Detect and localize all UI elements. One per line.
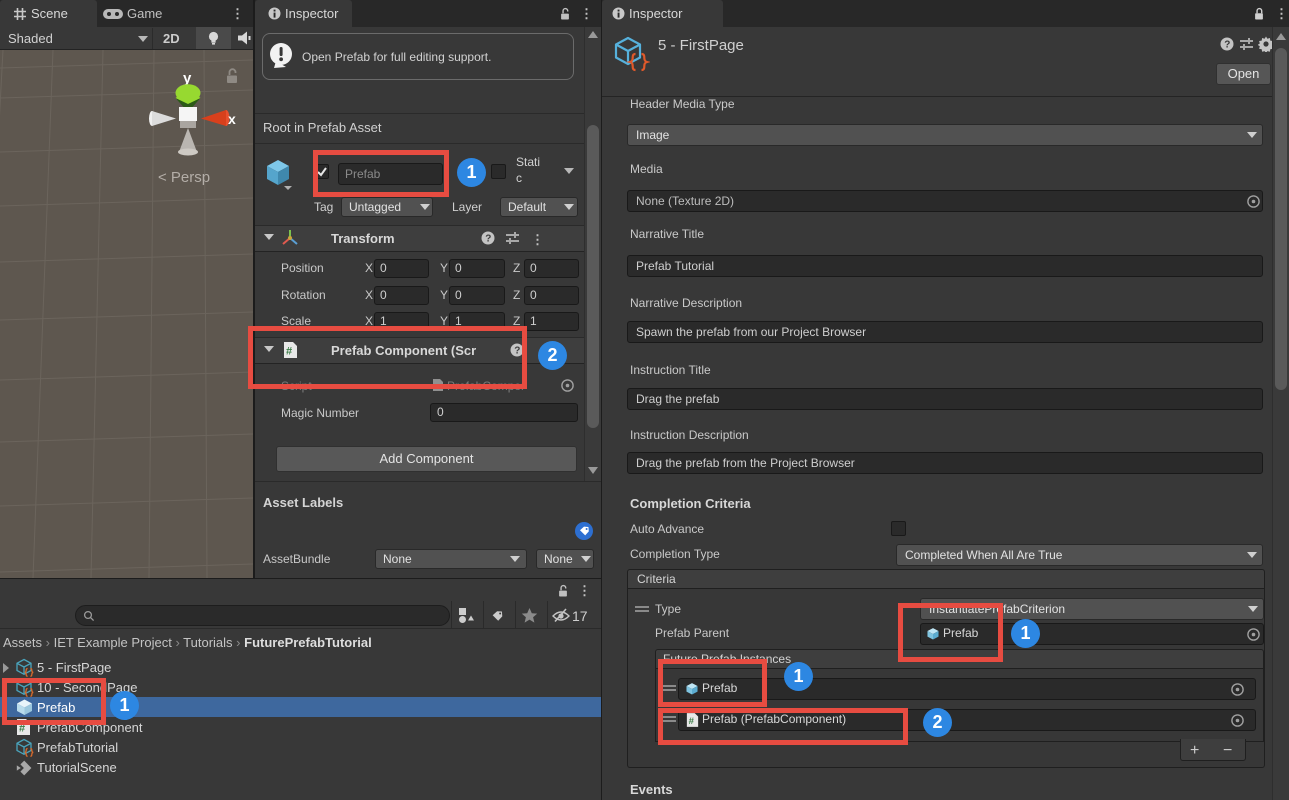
svg-text:x: x — [228, 111, 236, 127]
svg-text:?: ? — [485, 234, 491, 245]
svg-text:?: ? — [1224, 40, 1230, 51]
